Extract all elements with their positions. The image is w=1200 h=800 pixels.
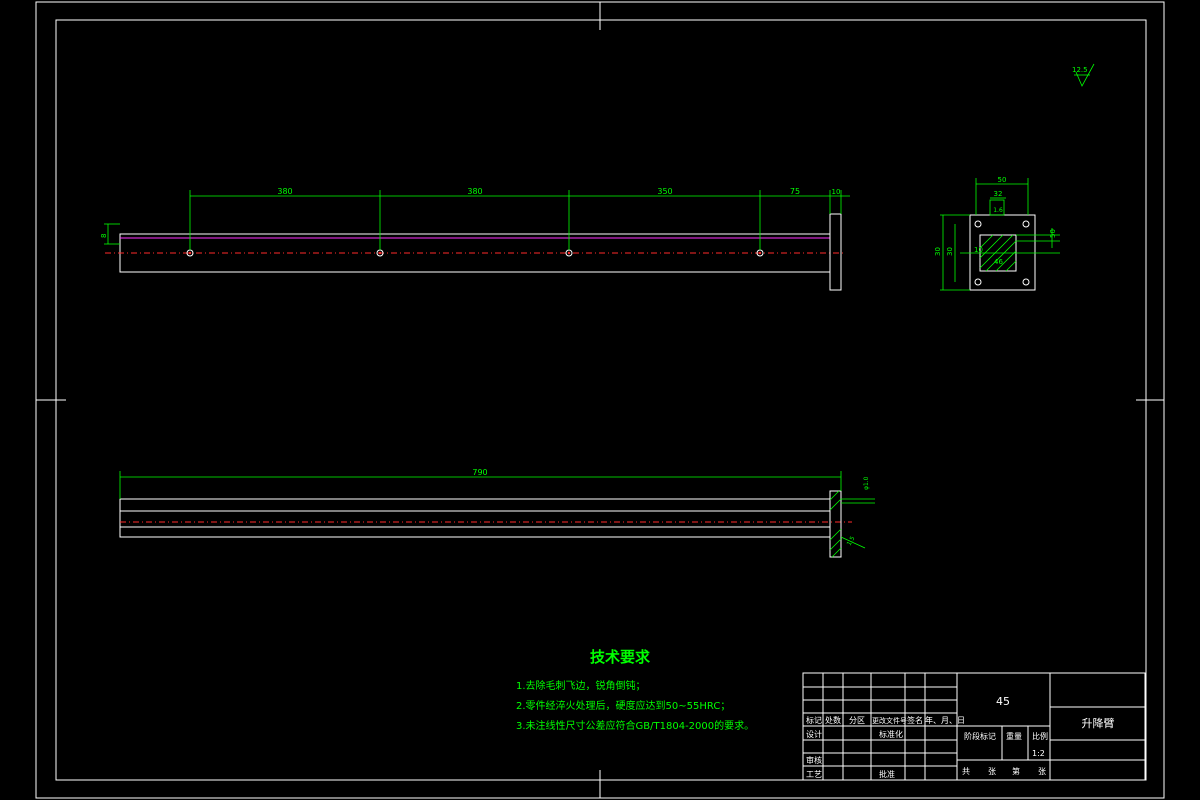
tb-label-count: 处数 <box>825 715 841 725</box>
part-name: 升降臂 <box>1082 716 1115 730</box>
front-length-dim: 790 <box>472 468 487 477</box>
side-dim-inner-top: 32 <box>994 190 1003 198</box>
tb-sheet-no: 第 <box>1012 766 1020 776</box>
tb-weight: 重量 <box>1006 731 1022 741</box>
sheet-inner-frame <box>55 19 1147 781</box>
tech-req-item-2: 2.零件经淬火处理后，硬度应达到50~55HRC； <box>516 699 730 712</box>
tb-process: 工艺 <box>806 770 822 779</box>
dim-380-b: 380 <box>467 187 482 196</box>
tb-approve: 批准 <box>879 769 895 779</box>
dim-380-a: 380 <box>277 187 292 196</box>
flange-top <box>829 213 842 291</box>
tb-label-zone: 分区 <box>849 716 865 725</box>
tb-design: 设计 <box>806 729 822 739</box>
hole-3 <box>565 249 573 257</box>
tb-sheets-unit-2: 张 <box>1038 767 1046 776</box>
roughness-value: 12.5 <box>1072 66 1088 74</box>
tb-label-sign: 签名 <box>907 715 923 725</box>
tb-standardize: 标准化 <box>879 729 903 739</box>
side-dim-right: 50 <box>1049 229 1057 238</box>
roughness-symbol: 12.5 <box>1072 63 1095 87</box>
dim-left-8: 8 <box>100 234 108 238</box>
tech-req-title: 技术要求 <box>590 648 651 666</box>
title-block: 45 升降臂 标记 处数 分区 更改文件号 签名 年、月、日 设计 标准化 审核… <box>802 672 1146 781</box>
front-chamfer-dim: 1.5 <box>846 535 857 547</box>
tb-label-change-doc: 更改文件号 <box>872 716 907 725</box>
flange-front-hatch <box>829 490 842 558</box>
tech-req-item-3: 3.未注线性尺寸公差应符合GB/T1804-2000的要求。 <box>516 719 754 732</box>
side-dim-inner-mid: 1.6 <box>993 207 1003 214</box>
side-view: 50 32 1.6 30 30 10 46 50 <box>934 176 1060 291</box>
arm-body-front <box>119 498 831 538</box>
dim-75: 75 <box>790 187 800 196</box>
tb-scale-label: 比例 <box>1032 731 1048 741</box>
tech-req-item-1: 1.去除毛刺飞边，锐角倒钝； <box>516 679 646 692</box>
tb-sheets-total: 共 <box>962 767 970 776</box>
top-view: 380 380 350 75 10 8 <box>100 187 850 291</box>
material: 45 <box>996 695 1010 708</box>
tb-scale-value: 1:2 <box>1032 749 1045 758</box>
tb-label-mark: 标记 <box>806 715 822 725</box>
front-right-dim: φ1.0 <box>863 476 870 490</box>
side-dim-left-1: 30 <box>934 247 942 256</box>
dim-350: 350 <box>657 187 672 196</box>
technical-requirements: 技术要求 1.去除毛刺飞边，锐角倒钝； 2.零件经淬火处理后，硬度应达到50~5… <box>516 648 754 732</box>
side-dim-inner-left: 10 <box>974 246 983 254</box>
side-dim-left-2: 30 <box>946 247 954 256</box>
side-dim-inner-center: 46 <box>994 258 1003 266</box>
side-dim-top: 50 <box>998 176 1007 184</box>
tb-label-date: 年、月、日 <box>925 715 965 725</box>
sheet-outer-border <box>35 1 1165 799</box>
tb-sheets-unit-1: 张 <box>988 767 996 776</box>
tb-review: 审核 <box>806 755 822 765</box>
tb-stage-mark: 阶段标记 <box>964 731 996 741</box>
front-view: 790 φ1.0 1.5 <box>119 468 875 558</box>
dim-10: 10 <box>832 188 841 196</box>
drawing-canvas: 12.5 380 380 350 75 10 8 50 32 1.6 30 30… <box>35 1 1165 799</box>
